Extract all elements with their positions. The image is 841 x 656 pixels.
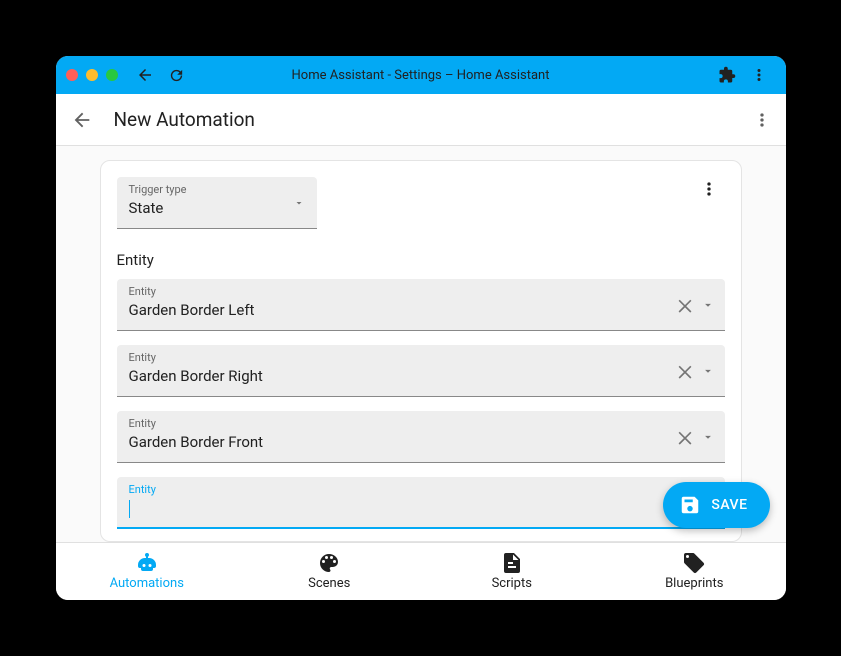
save-button-label: SAVE: [711, 497, 747, 513]
tag-icon: [682, 551, 706, 575]
close-icon: [675, 361, 695, 381]
close-icon: [675, 427, 695, 447]
traffic-lights: [66, 69, 118, 81]
robot-icon: [135, 551, 159, 575]
window-close-button[interactable]: [66, 69, 78, 81]
chevron-down-icon: [293, 197, 305, 209]
tab-label: Scenes: [308, 576, 350, 591]
window-maximize-button[interactable]: [106, 69, 118, 81]
tab-scenes[interactable]: Scenes: [238, 543, 421, 600]
arrow-left-icon: [136, 66, 154, 84]
entity-field[interactable]: Entity Garden Border Left: [117, 279, 725, 331]
entity-field-new[interactable]: Entity: [117, 477, 725, 529]
tab-automations[interactable]: Automations: [56, 543, 239, 600]
tab-label: Automations: [110, 576, 184, 591]
browser-reload-button[interactable]: [164, 62, 190, 88]
tab-label: Blueprints: [665, 576, 723, 591]
trigger-type-select[interactable]: Trigger type State: [117, 177, 317, 229]
browser-menu-button[interactable]: [750, 66, 768, 84]
dots-vertical-icon: [752, 110, 772, 130]
trigger-card: Trigger type State Entity Entity Garden …: [100, 160, 742, 542]
dots-vertical-icon: [699, 179, 719, 199]
clear-entity-button[interactable]: [675, 295, 695, 315]
entity-field-value: Garden Border Right: [129, 367, 263, 385]
palette-icon: [317, 551, 341, 575]
entity-dropdown-button[interactable]: [701, 430, 715, 444]
save-button[interactable]: SAVE: [663, 482, 769, 528]
content-area: Trigger type State Entity Entity Garden …: [56, 146, 786, 542]
entity-field-label: Entity: [129, 285, 713, 298]
card-menu-button[interactable]: [699, 179, 719, 199]
entity-field[interactable]: Entity Garden Border Right: [117, 345, 725, 397]
puzzle-icon: [718, 66, 736, 84]
script-icon: [500, 551, 524, 575]
back-button[interactable]: [70, 108, 94, 132]
trigger-type-label: Trigger type: [129, 183, 305, 196]
app-window: Home Assistant - Settings – Home Assista…: [56, 56, 786, 600]
entity-field-label: Entity: [129, 483, 713, 496]
text-cursor: [129, 500, 130, 518]
clear-entity-button[interactable]: [675, 427, 695, 447]
entity-field[interactable]: Entity Garden Border Front: [117, 411, 725, 463]
tab-label: Scripts: [492, 576, 532, 591]
window-minimize-button[interactable]: [86, 69, 98, 81]
extensions-button[interactable]: [718, 66, 736, 84]
entity-dropdown-button[interactable]: [701, 298, 715, 312]
entity-field-value: Garden Border Front: [129, 433, 264, 451]
bottom-tabs: Automations Scenes Scripts Blueprints: [56, 542, 786, 600]
clear-entity-button[interactable]: [675, 361, 695, 381]
chevron-down-icon: [701, 430, 715, 444]
close-icon: [675, 295, 695, 315]
entity-field-label: Entity: [129, 351, 713, 364]
chevron-down-icon: [701, 364, 715, 378]
entity-section-label: Entity: [117, 251, 725, 269]
dots-vertical-icon: [750, 66, 768, 84]
tab-blueprints[interactable]: Blueprints: [603, 543, 786, 600]
titlebar: Home Assistant - Settings – Home Assista…: [56, 56, 786, 94]
reload-icon: [168, 67, 185, 84]
tab-scripts[interactable]: Scripts: [421, 543, 604, 600]
chevron-down-icon: [701, 298, 715, 312]
browser-back-button[interactable]: [132, 62, 158, 88]
entity-field-value: Garden Border Left: [129, 301, 255, 319]
app-header: New Automation: [56, 94, 786, 146]
entity-field-label: Entity: [129, 417, 713, 430]
arrow-left-icon: [71, 109, 93, 131]
save-icon: [679, 494, 701, 516]
entity-dropdown-button[interactable]: [701, 364, 715, 378]
page-menu-button[interactable]: [752, 110, 772, 130]
page-title: New Automation: [114, 108, 255, 131]
trigger-type-value: State: [129, 199, 164, 217]
